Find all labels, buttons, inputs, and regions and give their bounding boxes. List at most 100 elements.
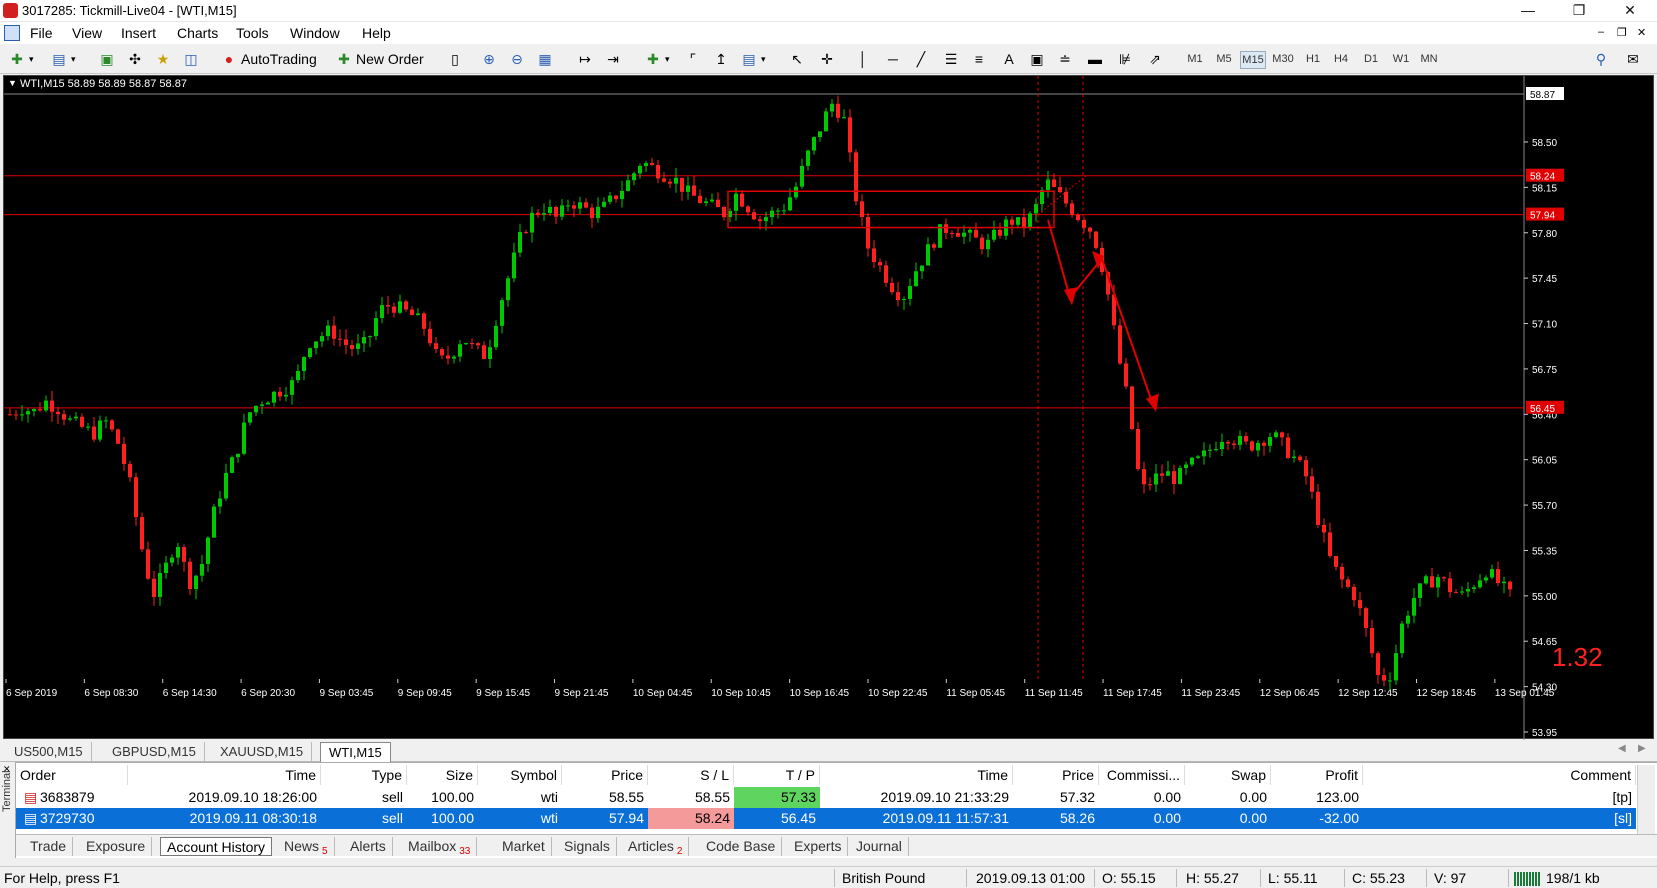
vertical-line-button[interactable]: │ — [854, 49, 872, 69]
history-row[interactable]: ▤ 3683879 2019.09.10 18:26:00 sell 100.0… — [16, 787, 1636, 808]
new-order-button[interactable]: ✚ New Order — [335, 49, 424, 69]
zoom-in-button[interactable]: ⊕ — [480, 49, 498, 69]
candle-body — [386, 305, 390, 307]
col-open-time[interactable]: Time — [128, 765, 321, 785]
timeframe-m5[interactable]: M5 — [1211, 51, 1237, 69]
col-swap[interactable]: Swap — [1185, 765, 1271, 785]
terminal-close-icon[interactable]: ✕ — [3, 764, 11, 775]
template-button[interactable]: ▤ ▾ — [740, 49, 765, 69]
chart-tab-xauusd[interactable]: XAUUSD,M15 — [212, 742, 313, 762]
fibonacci-button[interactable]: ≡ — [970, 49, 988, 69]
minimize-button[interactable]: — — [1505, 0, 1551, 22]
terminal-scrollbar[interactable] — [1637, 765, 1655, 835]
navigator-button[interactable]: ✣ — [126, 49, 144, 69]
close-button[interactable]: ✕ — [1607, 0, 1653, 22]
timeframe-m15[interactable]: M15 — [1240, 51, 1266, 69]
menu-charts[interactable]: Charts — [177, 25, 218, 41]
child-close-button[interactable]: ✕ — [1637, 26, 1646, 39]
terminal-tab-journal[interactable]: Journal — [850, 837, 909, 856]
chart-tab-us500[interactable]: US500,M15 — [6, 742, 92, 762]
crosshair-button[interactable]: ✛ — [818, 49, 836, 69]
bar-chart-button[interactable]: ▯ — [446, 49, 464, 69]
cursor-button[interactable]: ↖ — [788, 49, 806, 69]
timeframe-m30[interactable]: M30 — [1270, 51, 1296, 69]
price-tick-label: 53.95 — [1532, 728, 1557, 739]
terminal-tab-exposure[interactable]: Exposure — [80, 837, 153, 856]
arrows-button[interactable]: ⇗ — [1146, 49, 1164, 69]
terminal-button[interactable]: ◫ — [182, 49, 200, 69]
terminal-tab-experts[interactable]: Experts — [788, 837, 849, 856]
new-order-label: New Order — [356, 51, 424, 67]
terminal-tab-trade[interactable]: Trade — [24, 837, 74, 856]
col-order[interactable]: Order — [16, 765, 128, 785]
trendline-button[interactable]: ╱ — [912, 49, 930, 69]
timeframe-m1[interactable]: M1 — [1182, 51, 1208, 69]
terminal-tab-signals[interactable]: Signals — [558, 837, 617, 856]
chat-button[interactable]: ✉ — [1624, 49, 1642, 69]
menu-insert[interactable]: Insert — [121, 25, 156, 41]
timeframe-w1[interactable]: W1 — [1388, 51, 1414, 69]
timeframe-mn[interactable]: MN — [1416, 51, 1442, 69]
templates-button[interactable]: ↥ — [712, 49, 730, 69]
col-tp[interactable]: T / P — [734, 765, 820, 785]
search-button[interactable]: ⚲ — [1592, 49, 1610, 69]
candle-body — [1022, 217, 1026, 227]
candle-body — [200, 563, 204, 576]
col-type[interactable]: Type — [321, 765, 407, 785]
horizontal-line-button[interactable]: ─ — [884, 49, 902, 69]
menu-view[interactable]: View — [72, 25, 102, 41]
timeframe-h1[interactable]: H1 — [1300, 51, 1326, 69]
col-profit[interactable]: Profit — [1271, 765, 1363, 785]
maximize-button[interactable]: ❐ — [1556, 0, 1602, 22]
time-tick-label: 10 Sep 22:45 — [868, 688, 928, 699]
autotrading-button[interactable]: ● AutoTrading — [220, 49, 317, 69]
fibo-fan-button[interactable]: ≐ — [1056, 49, 1074, 69]
child-minimize-button[interactable]: – — [1598, 26, 1604, 38]
text-button[interactable]: A — [1000, 49, 1018, 69]
channel-button[interactable]: ☰ — [942, 49, 960, 69]
menu-help[interactable]: Help — [362, 25, 391, 41]
chart-shift-button[interactable]: ⇥ — [604, 49, 622, 69]
chart-tab-wti[interactable]: WTI,M15 — [320, 742, 391, 762]
autoscroll-button[interactable]: ↦ — [576, 49, 594, 69]
child-restore-button[interactable]: ❐ — [1617, 26, 1627, 39]
tile-windows-button[interactable]: ▦ — [536, 49, 554, 69]
terminal-tab-mailbox[interactable]: Mailbox 33 — [402, 837, 478, 857]
col-close-price[interactable]: Price — [1013, 765, 1099, 785]
chart-tab-gbpusd[interactable]: GBPUSD,M15 — [104, 742, 205, 762]
candle-body — [20, 414, 24, 416]
col-commission[interactable]: Commissi... — [1099, 765, 1185, 785]
period-button[interactable]: ⌜ — [684, 49, 702, 69]
rectangle-button[interactable]: ▬ — [1086, 49, 1104, 69]
terminal-tab-code-base[interactable]: Code Base — [700, 837, 783, 856]
market-watch-button[interactable]: ▣ — [98, 49, 116, 69]
timeframe-d1[interactable]: D1 — [1358, 51, 1384, 69]
menu-window[interactable]: Window — [290, 25, 340, 41]
pitchfork-button[interactable]: ⊯ — [1116, 49, 1134, 69]
history-row-selected[interactable]: ▤ 3729730 2019.09.11 08:30:18 sell 100.0… — [16, 808, 1636, 829]
col-close-time[interactable]: Time — [820, 765, 1013, 785]
menu-tools[interactable]: Tools — [236, 25, 269, 41]
indicators-button[interactable]: ✚ ▾ — [644, 49, 669, 69]
data-window-button[interactable]: ★ — [154, 49, 172, 69]
col-sl[interactable]: S / L — [648, 765, 734, 785]
col-size[interactable]: Size — [407, 765, 478, 785]
terminal-tab-alerts[interactable]: Alerts — [344, 837, 393, 856]
terminal-tab-account-history[interactable]: Account History — [160, 837, 273, 856]
price-chart[interactable]: 58.50 58.15 57.80 57.45 57.10 56.75 56.40 56.05… — [3, 75, 1654, 740]
col-symbol[interactable]: Symbol — [478, 765, 562, 785]
text-label-button[interactable]: ▣ — [1028, 49, 1046, 69]
menu-file[interactable]: File — [30, 25, 53, 41]
zoom-out-button[interactable]: ⊖ — [508, 49, 526, 69]
timeframe-h4[interactable]: H4 — [1328, 51, 1354, 69]
terminal-tab-market[interactable]: Market — [496, 837, 552, 856]
status-profile[interactable]: British Pound — [842, 870, 925, 886]
terminal-tab-articles[interactable]: Articles 2 — [622, 837, 690, 857]
terminal-tab-news[interactable]: News 5 — [278, 837, 335, 857]
col-comment[interactable]: Comment — [1363, 765, 1636, 785]
profiles-button[interactable]: ▤ ▾ — [50, 49, 75, 69]
tab-scroll-right-icon[interactable]: ▶ — [1638, 743, 1646, 754]
col-price[interactable]: Price — [562, 765, 648, 785]
tab-scroll-left-icon[interactable]: ◀ — [1618, 743, 1626, 754]
new-chart-button[interactable]: ✚ ▾ — [8, 49, 33, 69]
